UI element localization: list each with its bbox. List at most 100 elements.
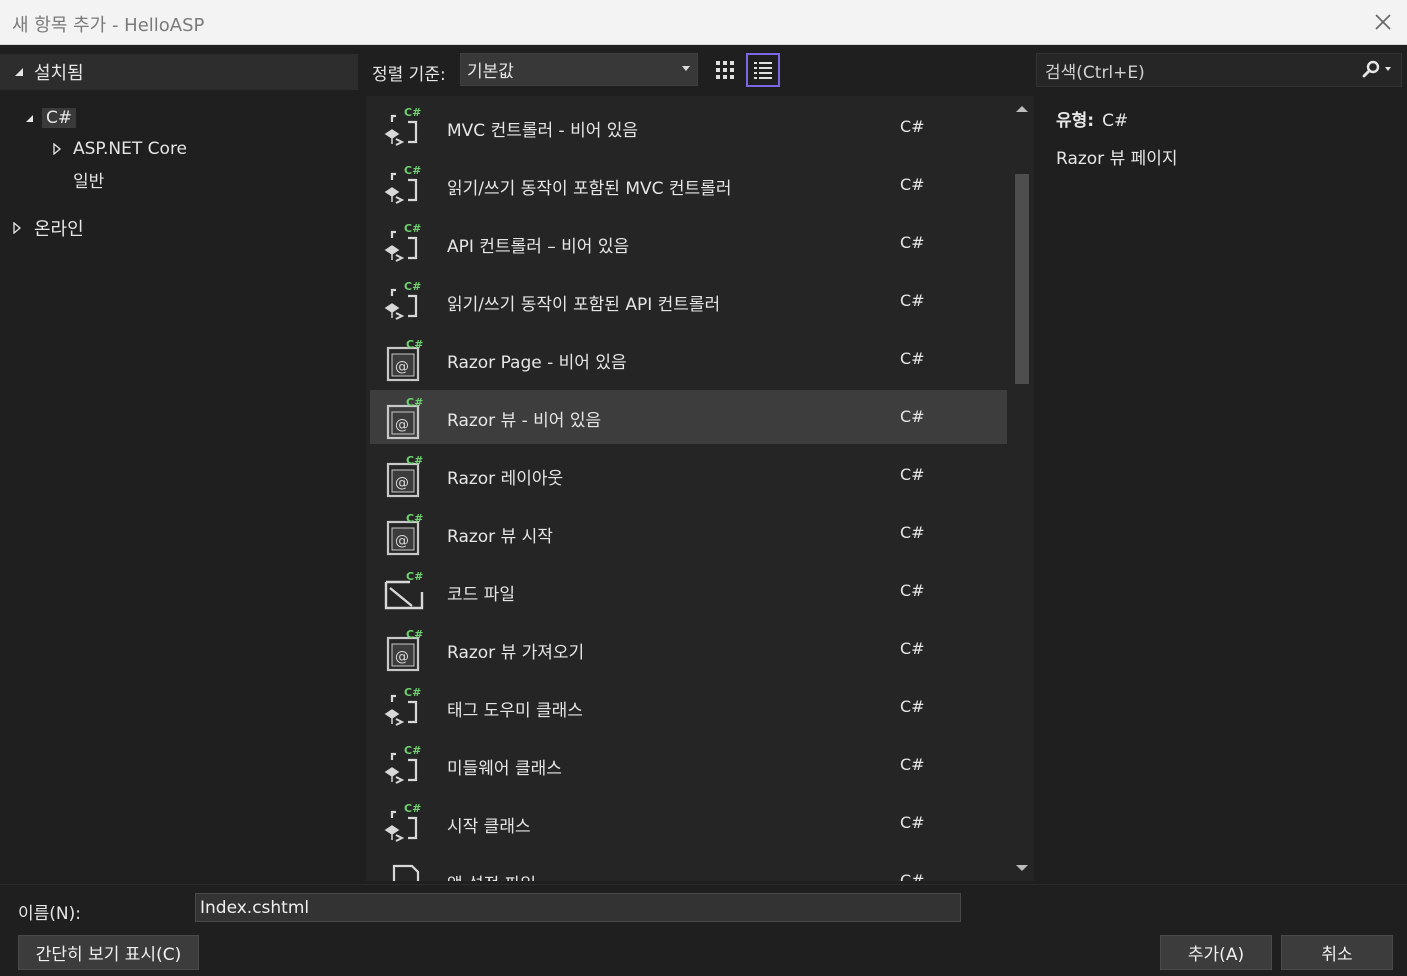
installed-label: 설치됨: [34, 63, 84, 84]
template-language: C#: [900, 639, 925, 658]
file-icon: [382, 860, 430, 881]
svg-text:C#: C#: [406, 454, 423, 467]
template-row[interactable]: C# 코드 파일 C#: [370, 564, 1007, 618]
sort-value: 기본값: [467, 62, 514, 82]
template-name: API 컨트롤러 – 비어 있음: [447, 237, 630, 257]
template-name: 태그 도우미 클래스: [447, 701, 583, 721]
template-language: C#: [900, 697, 925, 716]
search-field[interactable]: 검색(Ctrl+E): [1036, 53, 1402, 87]
sort-dropdown[interactable]: 기본값: [460, 53, 698, 86]
template-row[interactable]: C# API 컨트롤러 – 비어 있음 C#: [370, 216, 1007, 270]
template-name: 시작 클래스: [447, 817, 531, 837]
tree-item-general-label: 일반: [73, 171, 105, 192]
razor-icon: @ C#: [382, 512, 430, 556]
template-row[interactable]: C# 시작 클래스 C#: [370, 796, 1007, 850]
svg-text:C#: C#: [406, 512, 423, 525]
template-row[interactable]: @ C# Razor 뷰 가져오기 C#: [370, 622, 1007, 676]
svg-text:C#: C#: [404, 686, 421, 699]
close-icon: [1375, 14, 1391, 30]
template-language: C#: [900, 291, 925, 310]
class-icon: C#: [382, 280, 430, 324]
template-row[interactable]: @ C# Razor Page - 비어 있음 C#: [370, 332, 1007, 386]
template-name: MVC 컨트롤러 - 비어 있음: [447, 121, 639, 141]
scroll-up-icon[interactable]: [1015, 104, 1029, 114]
close-button[interactable]: [1367, 6, 1399, 38]
collapse-arrow-icon: [15, 68, 23, 76]
scroll-thumb[interactable]: [1015, 174, 1029, 384]
template-name: 읽기/쓰기 동작이 포함된 API 컨트롤러: [447, 295, 721, 315]
razor-icon: @ C#: [382, 628, 430, 672]
grid-view-icon: [716, 61, 734, 79]
list-view-button[interactable]: [746, 53, 780, 87]
tree-item-csharp[interactable]: C#: [22, 104, 77, 132]
sort-toolbar: 정렬 기준: 기본값: [358, 46, 1034, 96]
template-name: 미들웨어 클래스: [447, 759, 562, 779]
template-row[interactable]: C# 읽기/쓰기 동작이 포함된 MVC 컨트롤러 C#: [370, 158, 1007, 212]
template-row[interactable]: 앱 설정 파일 C#: [370, 854, 1007, 881]
search-placeholder: 검색(Ctrl+E): [1045, 62, 1145, 83]
type-value: C#: [1102, 111, 1129, 131]
installed-header[interactable]: 설치됨: [0, 54, 358, 90]
template-name: Razor 레이아웃: [447, 469, 564, 489]
chevron-down-icon: [682, 66, 690, 71]
collapsed-arrow-icon: [53, 143, 62, 155]
svg-text:C#: C#: [404, 164, 421, 177]
template-language: C#: [900, 233, 925, 252]
svg-text:C#: C#: [406, 570, 423, 583]
scroll-down-icon[interactable]: [1015, 863, 1029, 873]
search-icon[interactable]: [1361, 60, 1393, 80]
tree-item-aspnet-core[interactable]: ASP.NET Core: [50, 135, 187, 163]
svg-text:@: @: [395, 475, 409, 491]
template-row[interactable]: @ C# Razor 뷰 - 비어 있음 C#: [370, 390, 1007, 444]
svg-text:@: @: [395, 533, 409, 549]
template-type: 유형: C#: [1056, 106, 1128, 131]
svg-text:C#: C#: [404, 222, 421, 235]
name-input[interactable]: [195, 893, 961, 922]
template-language: C#: [900, 175, 925, 194]
tree-item-aspnet-core-label: ASP.NET Core: [73, 139, 188, 159]
add-button[interactable]: 추가(A): [1160, 935, 1272, 970]
svg-text:@: @: [395, 359, 409, 375]
grid-view-button[interactable]: [708, 53, 742, 87]
details-pane: 검색(Ctrl+E) 유형: C# Razor 뷰 페이지: [1036, 46, 1407, 884]
template-row[interactable]: C# 태그 도우미 클래스 C#: [370, 680, 1007, 734]
tree-item-csharp-label: C#: [42, 108, 77, 128]
tree-item-online[interactable]: 온라인: [10, 214, 84, 242]
template-list: C# MVC 컨트롤러 - 비어 있음 C# C# 읽기/쓰기 동작이 포함된 MVC …: [366, 96, 1034, 881]
title-bar: 새 항목 추가 - HelloASP: [0, 0, 1407, 45]
name-label: 이름(N):: [18, 904, 81, 924]
template-language: C#: [900, 813, 925, 832]
cancel-button[interactable]: 취소: [1281, 935, 1393, 970]
template-row[interactable]: C# 읽기/쓰기 동작이 포함된 API 컨트롤러 C#: [370, 274, 1007, 328]
tree-item-online-label: 온라인: [34, 219, 84, 240]
tree-item-general[interactable]: 일반: [73, 165, 104, 193]
list-scrollbar[interactable]: [1010, 96, 1034, 881]
compact-view-button[interactable]: 간단히 보기 표시(C): [18, 935, 199, 970]
class-icon: C#: [382, 686, 430, 730]
svg-text:C#: C#: [406, 338, 423, 351]
template-language: C#: [900, 871, 925, 881]
class-icon: C#: [382, 222, 430, 266]
class-icon: C#: [382, 744, 430, 788]
template-language: C#: [900, 349, 925, 368]
template-row[interactable]: C# 미들웨어 클래스 C#: [370, 738, 1007, 792]
template-name: Razor 뷰 가져오기: [447, 643, 585, 663]
svg-text:C#: C#: [404, 280, 421, 293]
template-row[interactable]: C# MVC 컨트롤러 - 비어 있음 C#: [370, 100, 1007, 154]
expanded-arrow-icon: [25, 114, 33, 122]
bottom-bar: 이름(N): 간단히 보기 표시(C) 추가(A) 취소: [0, 884, 1407, 976]
template-language: C#: [900, 407, 925, 426]
window-title: 새 항목 추가 - HelloASP: [12, 15, 205, 36]
svg-text:C#: C#: [404, 802, 421, 815]
code-file-icon: C#: [382, 570, 430, 614]
svg-text:C#: C#: [404, 106, 421, 119]
template-row[interactable]: @ C# Razor 뷰 시작 C#: [370, 506, 1007, 560]
template-language: C#: [900, 117, 925, 136]
collapsed-arrow-icon: [13, 222, 22, 234]
template-language: C#: [900, 755, 925, 774]
svg-text:C#: C#: [406, 396, 423, 409]
razor-icon: @ C#: [382, 338, 430, 382]
template-row[interactable]: @ C# Razor 레이아웃 C#: [370, 448, 1007, 502]
template-name: 코드 파일: [447, 585, 515, 605]
category-pane: 설치됨 C# ASP.NET Core 일반 온라인: [0, 46, 358, 884]
